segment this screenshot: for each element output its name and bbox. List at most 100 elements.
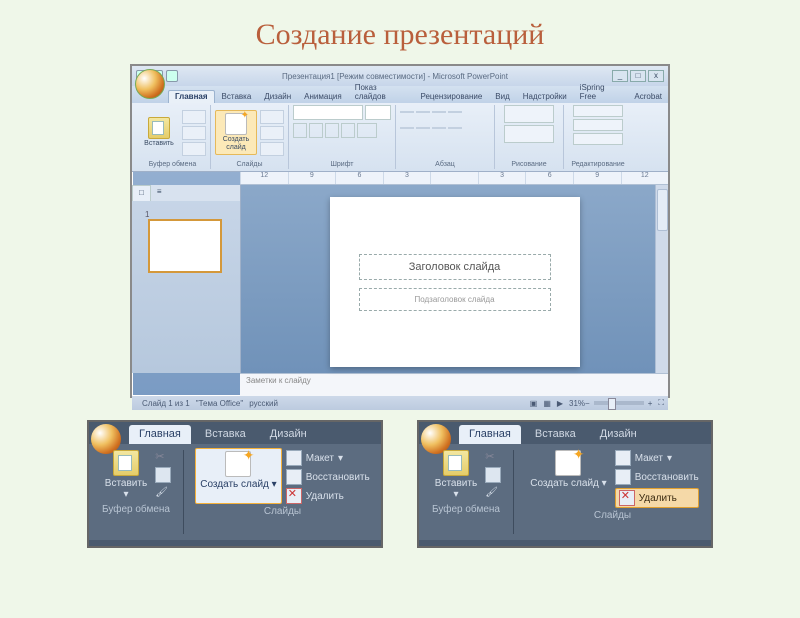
slide[interactable]: Заголовок слайда Подзаголовок слайда [330, 197, 580, 367]
newslide-button[interactable]: Создать слайд ▾ [195, 448, 281, 504]
paste-button[interactable]: Вставить▾ [431, 448, 481, 502]
underline-icon[interactable] [325, 123, 339, 138]
newslide-button[interactable]: Создать слайд ▾ [526, 448, 610, 508]
zoom-slider[interactable] [594, 401, 644, 405]
paste-button[interactable]: Вставить [139, 115, 179, 150]
find-icon[interactable] [573, 105, 623, 117]
group-slides-label: Слайды [215, 160, 284, 169]
group-font: Шрифт [289, 105, 396, 169]
view-show-icon[interactable]: ▶ [557, 399, 563, 408]
group-slides: Создать слайд Слайды [211, 105, 289, 169]
tab-design[interactable]: Дизайн [258, 91, 297, 103]
tab-slideshow[interactable]: Показ слайдов [349, 82, 414, 103]
cut-icon[interactable] [155, 450, 169, 464]
powerpoint-window: Презентация1 [Режим совместимости] - Mic… [130, 64, 670, 398]
paste-icon [443, 450, 469, 476]
tab-home[interactable]: Главная [129, 425, 191, 444]
format-painter-icon[interactable] [182, 142, 206, 156]
group-clipboard: Вставить Буфер обмена [135, 105, 211, 169]
delete-button[interactable]: Удалить [286, 488, 370, 504]
newslide-icon [555, 450, 581, 476]
status-theme: "Тема Office" [196, 399, 244, 408]
layout-icon [286, 450, 302, 466]
indent-inc-icon[interactable] [432, 127, 446, 129]
slide-canvas[interactable]: Заголовок слайда Подзаголовок слайда [241, 185, 668, 373]
group-paragraph: Абзац [396, 105, 495, 169]
bullets-icon[interactable] [448, 111, 462, 113]
align-center-icon[interactable] [416, 111, 430, 113]
copy-icon[interactable] [155, 467, 171, 483]
italic-icon[interactable] [309, 123, 323, 138]
minimize-button[interactable]: _ [612, 70, 628, 82]
horizontal-ruler[interactable]: 1296336912 [240, 172, 668, 185]
align-left-icon[interactable] [400, 111, 414, 113]
subtitle-placeholder[interactable]: Подзаголовок слайда [359, 288, 551, 311]
lineheight-icon[interactable] [448, 127, 462, 129]
layout-button[interactable]: Макет ▾ [286, 450, 370, 466]
group-clipboard-label: Буфер обмена [432, 502, 500, 515]
view-normal-icon[interactable]: ▣ [530, 399, 538, 408]
copy-icon[interactable] [485, 467, 501, 483]
layout-icon[interactable] [260, 110, 284, 124]
format-painter-icon[interactable] [485, 486, 499, 500]
fontcolor-icon[interactable] [357, 123, 377, 138]
shadow-icon[interactable] [341, 123, 355, 138]
close-button[interactable]: x [648, 70, 664, 82]
reset-icon [286, 469, 302, 485]
cut-icon[interactable] [485, 450, 499, 464]
status-language[interactable]: русский [249, 399, 278, 408]
tab-animation[interactable]: Анимация [298, 91, 348, 103]
replace-icon[interactable] [573, 119, 623, 131]
zoom-out-icon[interactable]: − [585, 399, 590, 408]
delete-icon[interactable] [260, 142, 284, 156]
indent-dec-icon[interactable] [416, 127, 430, 129]
title-placeholder[interactable]: Заголовок слайда [359, 254, 551, 280]
window-title: Презентация1 [Режим совместимости] - Mic… [178, 72, 612, 81]
slide-thumbnail-1[interactable]: 1 [142, 207, 230, 278]
reset-icon[interactable] [260, 126, 284, 140]
tab-design[interactable]: Дизайн [590, 425, 647, 444]
layout-button[interactable]: Макет ▾ [615, 450, 699, 466]
tab-insert[interactable]: Вставка [195, 425, 256, 444]
tab-design[interactable]: Дизайн [260, 425, 317, 444]
shapes-gallery[interactable] [504, 105, 554, 123]
arrange-icon[interactable] [504, 125, 554, 143]
tab-ispring[interactable]: iSpring Free [574, 82, 628, 103]
qat-redo-icon[interactable] [166, 70, 178, 82]
newslide-button[interactable]: Создать слайд [215, 110, 257, 155]
zoom-in-icon[interactable]: + [648, 399, 653, 408]
numbering-icon[interactable] [400, 127, 414, 129]
tab-insert[interactable]: Вставка [525, 425, 586, 444]
newslide-label: Создать слайд [218, 136, 254, 152]
slide-panel[interactable]: □ ≡ 1 [132, 185, 241, 373]
tab-view[interactable]: Вид [489, 91, 515, 103]
bold-icon[interactable] [293, 123, 307, 138]
copy-icon[interactable] [182, 126, 206, 140]
office-button[interactable] [135, 69, 165, 99]
outline-tab[interactable]: ≡ [151, 185, 168, 201]
delete-button[interactable]: Удалить [615, 488, 699, 508]
workspace: □ ≡ 1 Заголовок слайда Подзаголовок слай… [132, 185, 668, 373]
select-icon[interactable] [573, 133, 623, 145]
align-right-icon[interactable] [432, 111, 446, 113]
tab-home[interactable]: Главная [459, 425, 521, 444]
view-sorter-icon[interactable]: ▦ [543, 399, 551, 408]
reset-button[interactable]: Восстановить [286, 469, 370, 485]
format-painter-icon[interactable] [155, 486, 169, 500]
tab-acrobat[interactable]: Acrobat [628, 91, 668, 103]
tab-insert[interactable]: Вставка [216, 91, 258, 103]
group-drawing-label: Рисование [499, 160, 559, 169]
tab-review[interactable]: Рецензирование [415, 91, 489, 103]
maximize-button[interactable]: □ [630, 70, 646, 82]
reset-button[interactable]: Восстановить [615, 469, 699, 485]
cut-icon[interactable] [182, 110, 206, 124]
paste-button[interactable]: Вставить▾ [101, 448, 151, 502]
thumb-preview[interactable] [148, 219, 222, 273]
vertical-scrollbar[interactable] [655, 185, 668, 373]
notes-pane[interactable]: Заметки к слайду [240, 373, 668, 396]
fit-icon[interactable]: ⛶ [658, 398, 664, 408]
tab-addins[interactable]: Надстройки [517, 91, 573, 103]
tab-home[interactable]: Главная [168, 90, 215, 103]
zoom-percent[interactable]: 31% [569, 399, 585, 408]
thumbnails-tab[interactable]: □ [132, 185, 151, 201]
